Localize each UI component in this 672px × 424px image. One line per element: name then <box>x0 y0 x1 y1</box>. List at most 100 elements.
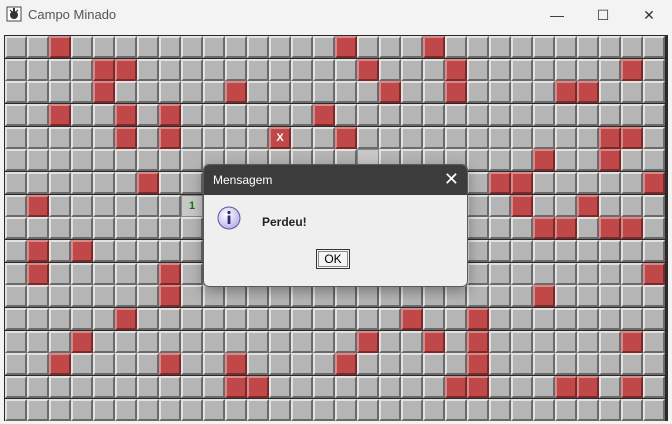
hidden-cell[interactable] <box>533 308 555 331</box>
hidden-cell[interactable] <box>599 58 621 81</box>
hidden-cell[interactable] <box>489 217 511 240</box>
hidden-cell[interactable] <box>423 104 445 126</box>
hidden-cell[interactable] <box>599 376 621 399</box>
hidden-cell[interactable] <box>445 104 467 126</box>
hidden-cell[interactable] <box>643 240 665 263</box>
hidden-cell[interactable] <box>445 308 467 331</box>
hidden-cell[interactable] <box>49 308 71 331</box>
hidden-cell[interactable] <box>247 81 269 104</box>
hidden-cell[interactable] <box>225 36 247 58</box>
hidden-cell[interactable] <box>93 353 115 376</box>
mine-cell[interactable] <box>489 172 511 195</box>
mine-cell[interactable] <box>115 126 137 149</box>
mine-cell[interactable] <box>335 36 357 58</box>
mine-cell[interactable] <box>225 353 247 376</box>
hidden-cell[interactable] <box>511 240 533 263</box>
hidden-cell[interactable] <box>511 217 533 240</box>
hidden-cell[interactable] <box>445 398 467 421</box>
hidden-cell[interactable] <box>423 285 445 308</box>
hidden-cell[interactable] <box>27 172 49 195</box>
hidden-cell[interactable] <box>115 376 137 399</box>
hidden-cell[interactable] <box>357 353 379 376</box>
hidden-cell[interactable] <box>511 398 533 421</box>
hidden-cell[interactable] <box>291 104 313 126</box>
mine-cell[interactable] <box>159 104 181 126</box>
mine-cell[interactable] <box>621 58 643 81</box>
hidden-cell[interactable] <box>247 104 269 126</box>
hidden-cell[interactable] <box>71 172 93 195</box>
hidden-cell[interactable] <box>49 149 71 172</box>
hidden-cell[interactable] <box>643 81 665 104</box>
mine-cell[interactable] <box>225 376 247 399</box>
hidden-cell[interactable] <box>137 81 159 104</box>
hidden-cell[interactable] <box>577 353 599 376</box>
hidden-cell[interactable] <box>159 217 181 240</box>
mine-cell[interactable] <box>533 217 555 240</box>
mine-cell[interactable] <box>401 308 423 331</box>
hidden-cell[interactable] <box>533 104 555 126</box>
hidden-cell[interactable] <box>445 285 467 308</box>
hidden-cell[interactable] <box>115 81 137 104</box>
hidden-cell[interactable] <box>379 330 401 353</box>
hidden-cell[interactable] <box>313 398 335 421</box>
hidden-cell[interactable] <box>225 398 247 421</box>
hidden-cell[interactable] <box>489 285 511 308</box>
hidden-cell[interactable] <box>511 36 533 58</box>
hidden-cell[interactable] <box>115 353 137 376</box>
hidden-cell[interactable] <box>27 376 49 399</box>
mine-cell[interactable] <box>27 240 49 263</box>
hidden-cell[interactable] <box>225 308 247 331</box>
hidden-cell[interactable] <box>313 353 335 376</box>
hidden-cell[interactable] <box>577 398 599 421</box>
mine-cell[interactable] <box>643 172 665 195</box>
hidden-cell[interactable] <box>401 376 423 399</box>
hidden-cell[interactable] <box>401 285 423 308</box>
hidden-cell[interactable] <box>5 262 27 285</box>
mine-cell[interactable] <box>555 217 577 240</box>
hidden-cell[interactable] <box>181 104 203 126</box>
hidden-cell[interactable] <box>181 353 203 376</box>
hidden-cell[interactable] <box>137 308 159 331</box>
hidden-cell[interactable] <box>621 194 643 217</box>
hidden-cell[interactable] <box>181 149 203 172</box>
hidden-cell[interactable] <box>599 308 621 331</box>
hidden-cell[interactable] <box>357 126 379 149</box>
hidden-cell[interactable] <box>489 149 511 172</box>
hidden-cell[interactable] <box>203 308 225 331</box>
hidden-cell[interactable] <box>71 58 93 81</box>
hidden-cell[interactable] <box>225 285 247 308</box>
mine-cell[interactable] <box>621 126 643 149</box>
mine-cell[interactable] <box>621 217 643 240</box>
hidden-cell[interactable] <box>335 398 357 421</box>
hidden-cell[interactable] <box>159 194 181 217</box>
hidden-cell[interactable] <box>93 36 115 58</box>
hidden-cell[interactable] <box>577 149 599 172</box>
hidden-cell[interactable] <box>357 81 379 104</box>
mine-cell[interactable] <box>467 308 489 331</box>
hidden-cell[interactable] <box>5 104 27 126</box>
hidden-cell[interactable] <box>203 58 225 81</box>
hidden-cell[interactable] <box>511 149 533 172</box>
hidden-cell[interactable] <box>555 398 577 421</box>
mine-cell[interactable] <box>93 58 115 81</box>
hidden-cell[interactable] <box>247 285 269 308</box>
mine-cell[interactable] <box>159 262 181 285</box>
hidden-cell[interactable] <box>401 353 423 376</box>
hidden-cell[interactable] <box>577 285 599 308</box>
hidden-cell[interactable] <box>643 398 665 421</box>
hidden-cell[interactable] <box>269 376 291 399</box>
hidden-cell[interactable] <box>93 330 115 353</box>
hidden-cell[interactable] <box>5 330 27 353</box>
hidden-cell[interactable] <box>247 353 269 376</box>
hidden-cell[interactable] <box>379 398 401 421</box>
hidden-cell[interactable] <box>379 285 401 308</box>
minimize-button[interactable]: — <box>534 0 580 30</box>
hidden-cell[interactable] <box>27 126 49 149</box>
hidden-cell[interactable] <box>49 172 71 195</box>
mine-cell[interactable] <box>599 217 621 240</box>
hidden-cell[interactable] <box>181 126 203 149</box>
hidden-cell[interactable] <box>643 308 665 331</box>
hidden-cell[interactable] <box>313 126 335 149</box>
hidden-cell[interactable] <box>511 104 533 126</box>
hidden-cell[interactable] <box>247 308 269 331</box>
